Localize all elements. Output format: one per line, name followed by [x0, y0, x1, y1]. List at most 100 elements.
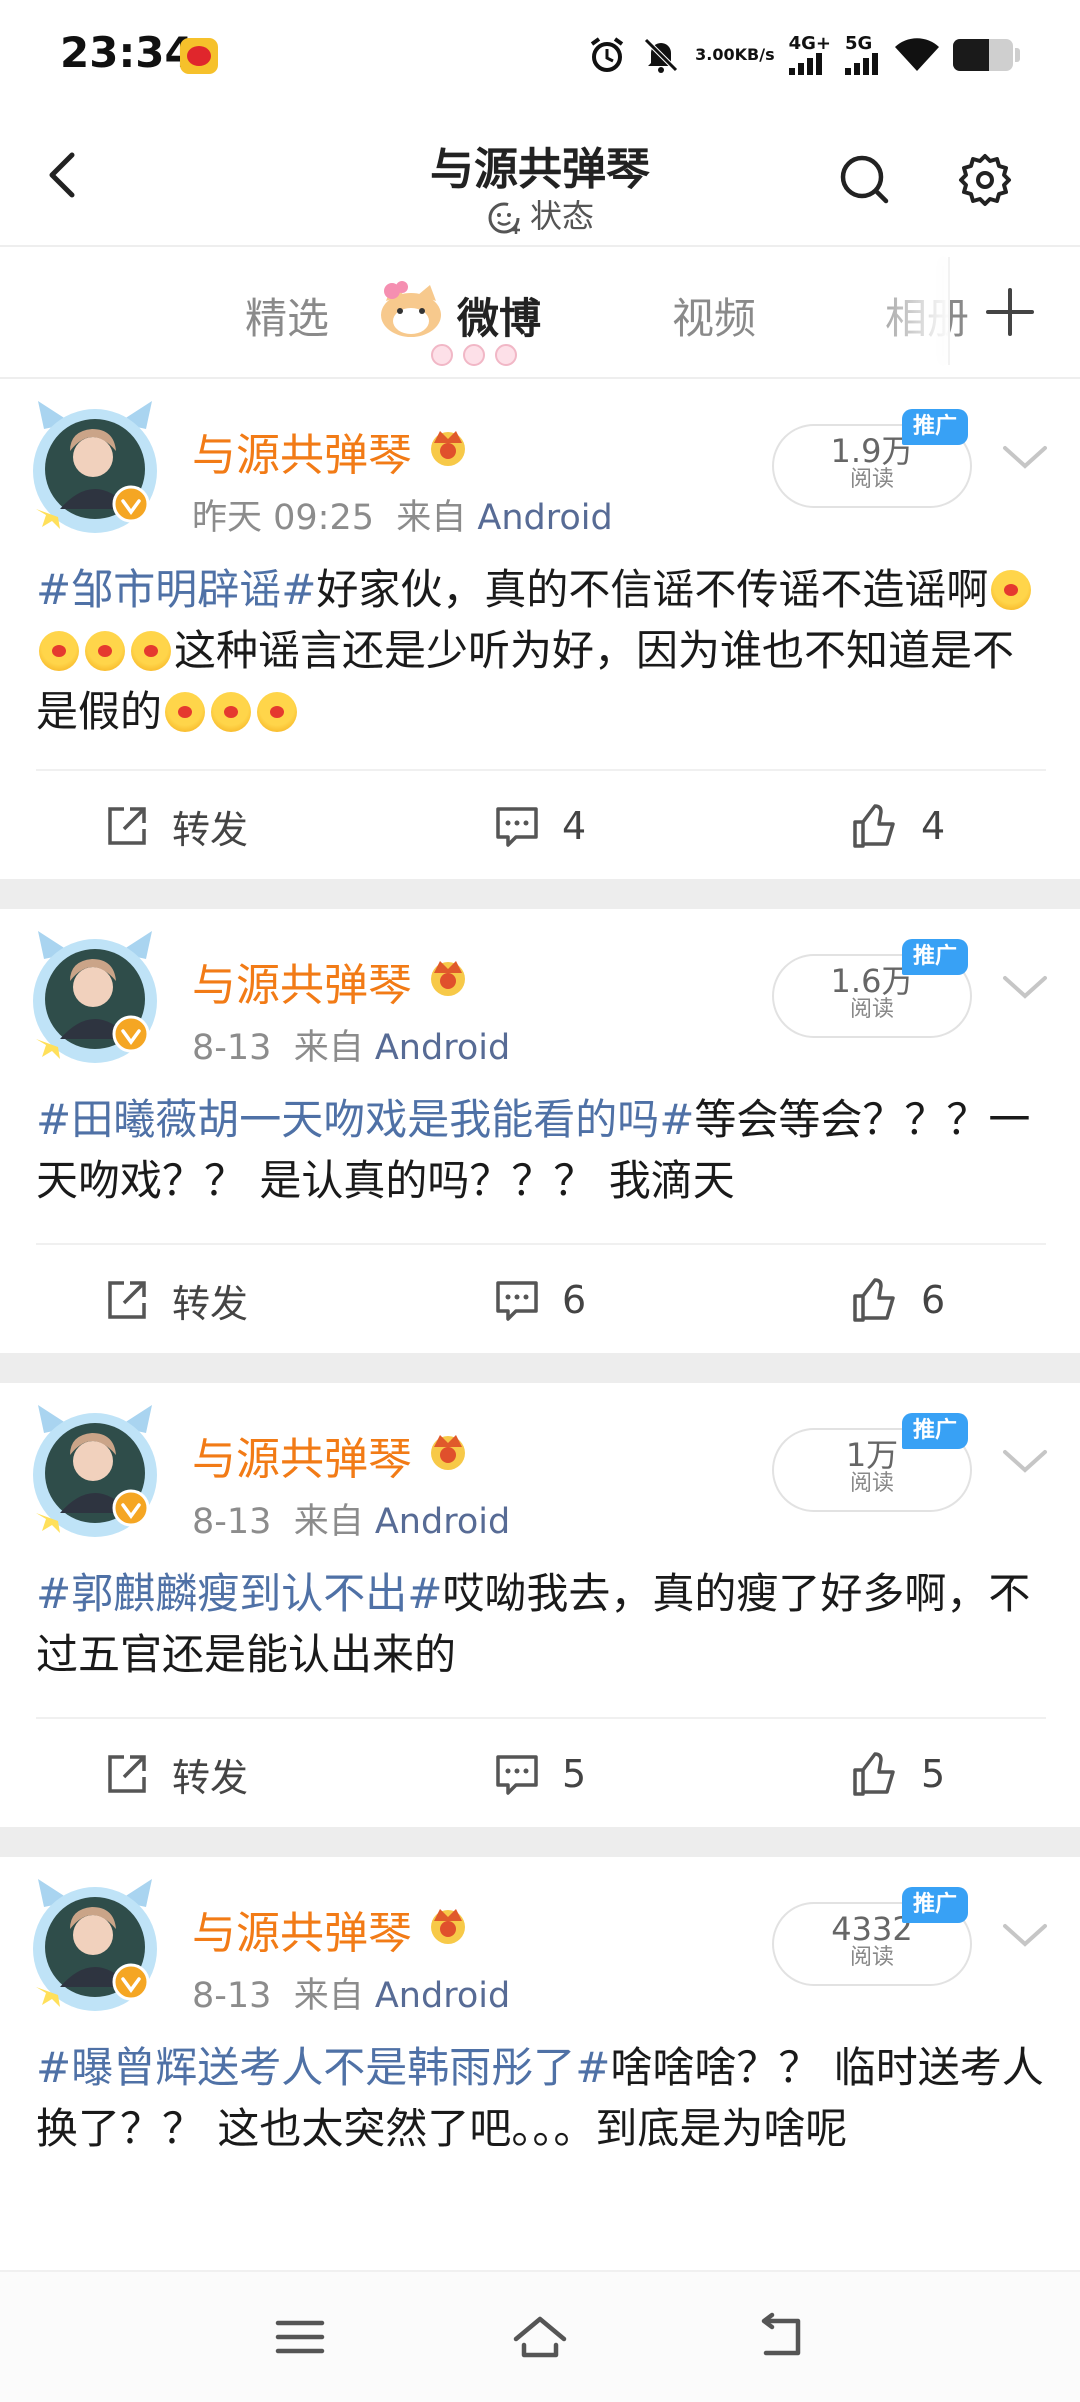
chevron-down-icon[interactable] [1000, 973, 1050, 1003]
crown-icon [431, 1909, 465, 1944]
username[interactable]: 与源共弹琴 [192, 949, 412, 1013]
forward-button[interactable]: 转发 [104, 1749, 249, 1800]
post-card[interactable]: 与源共弹琴 昨天 09:25 来自 Android 1.9万 阅读 推广 #邹市… [0, 379, 1080, 879]
chevron-down-icon[interactable] [1000, 1921, 1050, 1951]
post-card[interactable]: 与源共弹琴 8-13 来自 Android 4332 阅读 推广 #曝曾辉送考人… [0, 1857, 1080, 2277]
forward-label: 转发 [172, 1755, 249, 1800]
post-separator [0, 1353, 1080, 1383]
source-prefix: 来自 [293, 1976, 364, 2016]
search-icon[interactable] [835, 150, 895, 210]
chevron-down-icon[interactable] [1000, 443, 1050, 473]
read-label: 阅读 [849, 997, 894, 1022]
comment-button[interactable]: 5 [494, 1749, 586, 1799]
paw-indicator-icon [431, 344, 517, 366]
emoji-icon [211, 692, 252, 732]
net-speed-value: 3.00 [695, 45, 735, 64]
post-text-part: 好家伙，真的不信谣不传谣不造谣啊 [316, 565, 989, 614]
topic-tag[interactable]: #曝曾辉送考人不是韩雨彤了# [36, 2043, 610, 2092]
forward-button[interactable]: 转发 [104, 801, 249, 852]
net-speed-unit: KB/s [734, 45, 775, 64]
emoji-icon [131, 631, 171, 671]
alarm-icon [587, 35, 627, 75]
profile-header: 与源共弹琴 状态 [0, 115, 1080, 247]
promote-badge[interactable]: 推广 [902, 1887, 968, 1923]
post-card[interactable]: 与源共弹琴 8-13 来自 Android 1.6万 阅读 推广 #田曦薇胡一天… [0, 909, 1080, 1353]
menu-icon[interactable] [270, 2307, 330, 2367]
post-source[interactable]: Android [375, 1976, 510, 2016]
promote-badge[interactable]: 推广 [902, 409, 968, 445]
post-time: 昨天 09:25 [192, 498, 374, 538]
emoji-icon [165, 692, 206, 732]
back-nav-icon[interactable] [750, 2307, 810, 2367]
comment-count: 4 [562, 804, 587, 848]
plus-separator [948, 257, 950, 365]
username[interactable]: 与源共弹琴 [192, 1897, 412, 1961]
emoji-icon [39, 631, 79, 671]
forward-button[interactable]: 转发 [104, 1275, 249, 1326]
status-icons: 3.00 KB/s 4G+ 5G [587, 30, 1020, 80]
like-count: 5 [921, 1752, 946, 1796]
crown-icon [431, 961, 465, 996]
verified-badge-icon [112, 485, 150, 523]
post-text: #邹市明辟谣#好家伙，真的不信谣不传谣不造谣啊这种谣言还是少听为好，因为谁也不知… [36, 559, 1046, 742]
signal-5g-icon: 5G [845, 35, 881, 75]
home-icon[interactable] [510, 2307, 570, 2367]
post-source[interactable]: Android [375, 1028, 510, 1068]
post-card[interactable]: 与源共弹琴 8-13 来自 Android 1万 阅读 推广 #郭麒麟瘦到认不出… [0, 1383, 1080, 1827]
read-label: 阅读 [849, 467, 894, 492]
thumbs-up-icon [853, 804, 895, 848]
comment-button[interactable]: 6 [494, 1275, 586, 1325]
tab-video[interactable]: 视频 [672, 285, 756, 346]
tab-featured[interactable]: 精选 [245, 285, 329, 346]
forward-label: 转发 [172, 807, 249, 852]
post-meta: 8-13 来自 Android [192, 1967, 510, 2018]
battery-icon [953, 39, 1013, 71]
post-separator [0, 1827, 1080, 1857]
share-icon [108, 807, 146, 845]
share-icon [108, 1281, 146, 1319]
crown-icon [431, 1435, 465, 1470]
topic-tag[interactable]: #田曦薇胡一天吻戏是我能看的吗# [36, 1095, 694, 1144]
post-text: #曝曾辉送考人不是韩雨彤了#啥啥啥？？ 临时送考人换了？？ 这也太突然了吧。。。… [36, 2037, 1046, 2159]
forward-label: 转发 [172, 1281, 249, 1326]
status-smiley-icon [488, 202, 520, 234]
comment-icon [496, 807, 538, 847]
tab-weibo[interactable]: 微博 [457, 285, 541, 346]
post-text: #田曦薇胡一天吻戏是我能看的吗#等会等会？？？一天吻戏？？ 是认真的吗？？？ 我… [36, 1089, 1046, 1211]
like-button[interactable]: 5 [851, 1749, 945, 1799]
feed: 与源共弹琴 昨天 09:25 来自 Android 1.9万 阅读 推广 #邹市… [0, 379, 1080, 2277]
post-source[interactable]: Android [375, 1502, 510, 1542]
promote-badge[interactable]: 推广 [902, 1413, 968, 1449]
post-time: 8-13 [192, 1028, 272, 1068]
plus-icon[interactable] [980, 282, 1040, 342]
net-speed: 3.00 KB/s [695, 35, 774, 75]
gear-icon[interactable] [955, 150, 1015, 210]
comment-icon [496, 1755, 538, 1795]
like-button[interactable]: 4 [851, 801, 945, 851]
verified-badge-icon [112, 1963, 150, 2001]
emoji-icon [991, 570, 1032, 610]
username[interactable]: 与源共弹琴 [192, 419, 412, 483]
post-meta: 昨天 09:25 来自 Android [192, 489, 613, 540]
signal-4g-icon: 4G+ [788, 35, 831, 75]
username[interactable]: 与源共弹琴 [192, 1423, 412, 1487]
comment-button[interactable]: 4 [494, 801, 586, 851]
status-link[interactable]: 状态 [0, 191, 1080, 237]
comment-count: 5 [562, 1752, 587, 1796]
like-count: 4 [921, 804, 946, 848]
post-text: #郭麒麟瘦到认不出#哎呦我去，真的瘦了好多啊，不过五官还是能认出来的 [36, 1563, 1046, 1685]
read-label: 阅读 [849, 1945, 894, 1970]
status-bar: 23:34 3.00 KB/s 4G+ 5G [0, 0, 1080, 115]
battery-fill [953, 39, 989, 71]
promote-badge[interactable]: 推广 [902, 939, 968, 975]
chevron-down-icon[interactable] [1000, 1447, 1050, 1477]
post-source[interactable]: Android [477, 498, 612, 538]
topic-tag[interactable]: #邹市明辟谣# [36, 565, 316, 614]
crown-icon [431, 431, 465, 466]
share-icon [108, 1755, 146, 1793]
topic-tag[interactable]: #郭麒麟瘦到认不出# [36, 1569, 442, 1618]
like-button[interactable]: 6 [851, 1275, 945, 1325]
source-prefix: 来自 [293, 1502, 364, 1542]
emoji-icon [85, 631, 125, 671]
post-actions: 转发 4 4 [36, 769, 1046, 881]
